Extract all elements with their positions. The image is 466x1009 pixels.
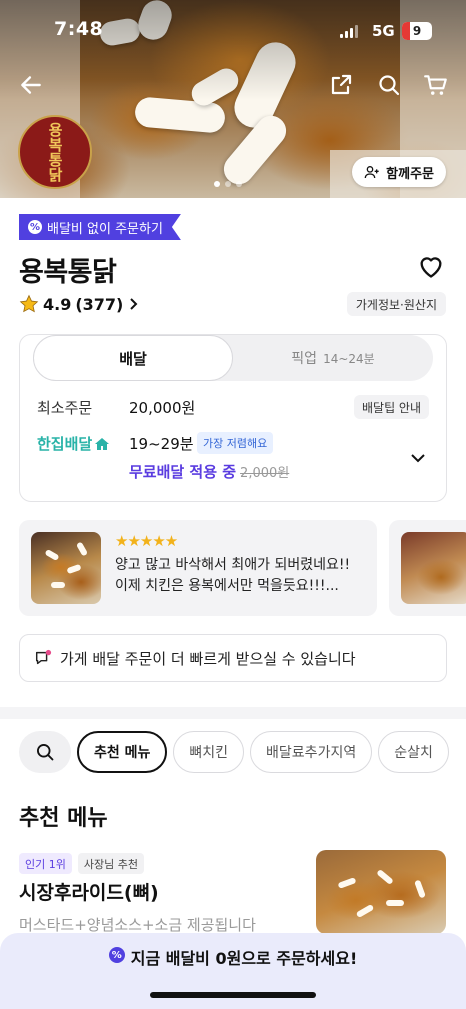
- pickup-time: 14~24분: [323, 351, 375, 366]
- battery-level: 9: [412, 24, 422, 38]
- rank-badge: 인기 1위: [19, 853, 72, 874]
- chat-bubble-icon: [35, 649, 52, 665]
- hanjip-label-text: 한집배달: [37, 435, 93, 453]
- cart-icon: [424, 75, 447, 95]
- review-photo: [401, 532, 466, 604]
- review-stars: ★★★★★: [115, 532, 178, 550]
- share-icon: [331, 74, 352, 95]
- review-card[interactable]: [389, 520, 466, 616]
- review-line-1: 양고 많고 바삭해서 최애가 되버렸네요!!: [115, 557, 351, 573]
- tab-bone-chicken[interactable]: 뼈치킨: [173, 731, 245, 773]
- delivery-time-range: 19~29분: [129, 435, 194, 453]
- search-icon: [37, 744, 54, 761]
- cta-text: 지금 배달비 0원으로 주문하세요!: [130, 949, 358, 968]
- store-logo: 용복통닭: [18, 115, 92, 189]
- store-logo-text: 용복통닭: [46, 122, 64, 182]
- review-count: (377): [75, 294, 124, 314]
- rating-value: 4.9: [43, 294, 72, 314]
- review-line-2: 이제 치킨은 용복에서만 먹을듯요!!!...: [115, 578, 339, 594]
- review-text: 양고 많고 바삭해서 최애가 되버렸네요!! 이제 치킨은 용복에서만 먹을듯요…: [115, 555, 367, 597]
- section-divider: [0, 707, 466, 719]
- together-order-button[interactable]: 함께주문: [352, 157, 446, 187]
- expand-delivery-button[interactable]: [410, 449, 426, 468]
- together-order-label: 함께주문: [386, 166, 434, 182]
- chevron-right-icon: [130, 298, 138, 310]
- delivery-tip-button[interactable]: 배달팁 안내: [353, 395, 429, 419]
- order-type-toggle: 배달 픽업 14~24분: [33, 335, 433, 381]
- search-button[interactable]: [374, 70, 404, 100]
- owner-pick-badge: 사장님 추천: [77, 853, 144, 874]
- add-person-icon: [364, 166, 379, 179]
- cheapest-badge: 가장 저렴해요: [197, 432, 274, 454]
- menu-category-tabs: 추천 메뉴 뼈치킨 배달료추가지역 순살치: [19, 731, 449, 773]
- share-button[interactable]: [326, 70, 356, 100]
- favorite-button[interactable]: [417, 253, 445, 283]
- menu-item-image[interactable]: [316, 850, 446, 934]
- tab-recommended-menu[interactable]: 추천 메뉴: [77, 731, 168, 773]
- signal-icon: [340, 25, 358, 38]
- tab-extra-fee-area[interactable]: 배달료추가지역: [250, 731, 373, 773]
- menu-item-name[interactable]: 시장후라이드(뼈): [19, 878, 159, 905]
- heart-icon: [420, 257, 442, 278]
- tab-delivery-label: 배달: [119, 349, 147, 368]
- menu-search-button[interactable]: [19, 731, 71, 773]
- promo-tag-label: 배달비 없이 주문하기: [47, 221, 163, 237]
- rating-link[interactable]: 4.9 (377): [19, 294, 139, 314]
- min-order-label: 최소주문: [37, 399, 93, 417]
- original-delivery-fee: 2,000원: [240, 466, 290, 481]
- tab-boneless-chicken[interactable]: 순살치: [378, 731, 449, 773]
- back-button[interactable]: [16, 70, 46, 100]
- store-name: 용복통닭: [19, 257, 117, 288]
- search-icon: [379, 75, 400, 96]
- image-pager-dots[interactable]: [214, 181, 242, 187]
- review-photo: [31, 532, 101, 604]
- menu-badges: 인기 1위 사장님 추천: [19, 853, 144, 874]
- status-bar: 7:48 5G 9: [0, 18, 466, 48]
- status-time: 7:48: [54, 18, 104, 40]
- percent-icon: %: [108, 947, 125, 963]
- home-arrow-icon: [95, 437, 110, 450]
- store-info-button[interactable]: 가게정보·원산지: [346, 292, 446, 316]
- hanjip-delivery-label: 한집배달: [37, 433, 110, 454]
- chevron-down-icon: [411, 454, 425, 463]
- section-title: 추천 메뉴: [19, 806, 108, 831]
- min-order-value: 20,000원: [129, 399, 196, 417]
- percent-icon: %: [29, 221, 41, 233]
- tab-pickup-label: 픽업: [291, 351, 318, 367]
- cart-button[interactable]: [421, 70, 451, 100]
- free-delivery-text: 무료배달 적용 중: [129, 463, 237, 481]
- home-indicator: [150, 992, 316, 998]
- tab-delivery[interactable]: 배달: [33, 335, 233, 381]
- free-delivery-status: 무료배달 적용 중 2,000원: [129, 461, 289, 482]
- star-icon: [19, 294, 39, 313]
- battery-icon: 9: [402, 22, 432, 40]
- review-card[interactable]: ★★★★★ 양고 많고 바삭해서 최애가 되버렸네요!! 이제 치킨은 용복에서…: [19, 520, 377, 616]
- notice-text: 가게 배달 주문이 더 빠르게 받으실 수 있습니다: [60, 649, 356, 668]
- network-label: 5G: [372, 22, 395, 40]
- free-delivery-promo-tag[interactable]: % 배달비 없이 주문하기: [19, 214, 181, 240]
- menu-item-description: 머스타드+양념소스+소금 제공됩니다: [19, 916, 256, 934]
- tab-pickup[interactable]: 픽업 14~24분: [233, 335, 433, 381]
- store-notice[interactable]: 가게 배달 주문이 더 빠르게 받으실 수 있습니다: [19, 634, 447, 682]
- back-arrow-icon: [21, 76, 41, 94]
